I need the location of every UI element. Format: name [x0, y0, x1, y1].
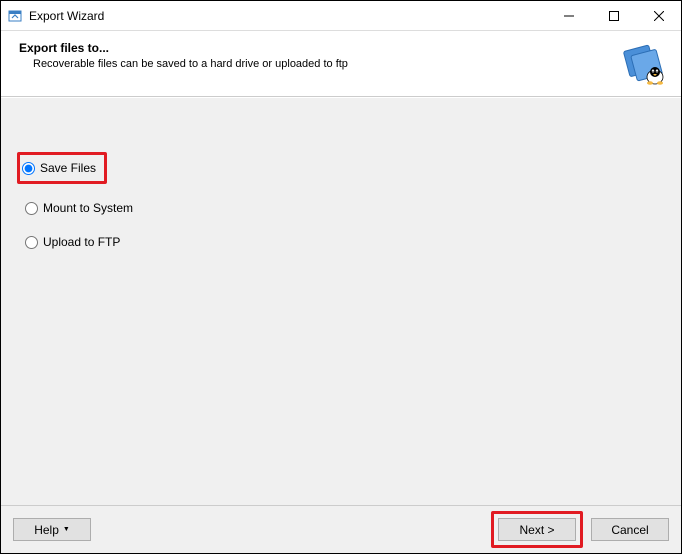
radio-save-files-label: Save Files — [40, 161, 96, 175]
radio-mount-system-input[interactable] — [25, 202, 38, 215]
minimize-button[interactable] — [546, 1, 591, 30]
window-title: Export Wizard — [29, 9, 546, 23]
radio-save-files-input[interactable] — [22, 162, 35, 175]
radio-save-files[interactable]: Save Files — [17, 152, 107, 184]
radio-mount-system-label: Mount to System — [43, 201, 133, 215]
close-button[interactable] — [636, 1, 681, 30]
maximize-button[interactable] — [591, 1, 636, 30]
window-controls — [546, 1, 681, 30]
cancel-button-label: Cancel — [611, 523, 648, 537]
wizard-content: Save Files Mount to System Upload to FTP — [1, 97, 681, 505]
help-button-label: Help — [34, 523, 59, 537]
header-subtitle: Recoverable files can be saved to a hard… — [33, 58, 663, 70]
next-button-label: Next > — [519, 523, 554, 537]
wizard-icon — [619, 39, 667, 87]
wizard-footer: Help ▼ Next > Cancel — [1, 505, 681, 553]
next-button[interactable]: Next > — [498, 518, 576, 541]
titlebar: Export Wizard — [1, 1, 681, 31]
radio-upload-ftp-input[interactable] — [25, 236, 38, 249]
radio-upload-ftp-label: Upload to FTP — [43, 235, 120, 249]
dropdown-icon: ▼ — [63, 526, 70, 533]
next-button-highlight: Next > — [491, 511, 583, 548]
export-options-group: Save Files Mount to System Upload to FTP — [21, 158, 661, 252]
cancel-button[interactable]: Cancel — [591, 518, 669, 541]
radio-upload-ftp[interactable]: Upload to FTP — [21, 232, 124, 252]
radio-mount-system[interactable]: Mount to System — [21, 198, 137, 218]
help-button[interactable]: Help ▼ — [13, 518, 91, 541]
app-icon — [7, 8, 23, 24]
wizard-header: Export files to... Recoverable files can… — [1, 31, 681, 97]
header-title: Export files to... — [19, 41, 663, 55]
